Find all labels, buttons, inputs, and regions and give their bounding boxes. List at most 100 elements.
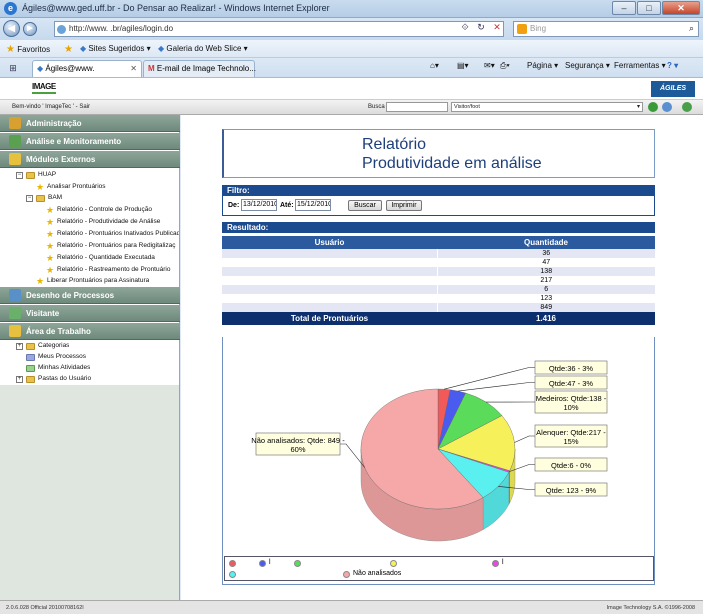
url-field[interactable]: http://www. .br/agiles/login.do bbox=[54, 21, 504, 37]
search-input[interactable]: Bing ⌕ bbox=[513, 21, 699, 37]
add-favorite-icon[interactable]: ★ bbox=[64, 44, 73, 55]
folder-icon bbox=[26, 172, 35, 179]
copyright-text: Image Technology S.A. ©1996-2008 bbox=[606, 605, 695, 611]
search-icon[interactable]: ⌕ bbox=[689, 23, 694, 34]
tab-agiles[interactable]: ◆ Ágiles@www. ✕ bbox=[32, 60, 142, 77]
sidebar-section-analise[interactable]: Análise e Monitoramento bbox=[0, 133, 180, 150]
maximize-button[interactable]: □ bbox=[637, 1, 661, 15]
tree-item-liberar[interactable]: Liberar Prontuários para Assinatura bbox=[47, 277, 149, 284]
window-title: Ágiles@www.ged.uff.br - Do Pensar ao Rea… bbox=[22, 3, 330, 13]
feeds-icon[interactable]: ▤▾ bbox=[457, 61, 469, 70]
slice-label: Alenquer: Qtde:217 - bbox=[536, 428, 606, 437]
tree-item-pastas[interactable]: Pastas do Usuário bbox=[38, 375, 91, 382]
expand-categorias-icon[interactable]: + bbox=[16, 343, 23, 350]
back-button[interactable]: ◀ bbox=[3, 20, 20, 37]
slice-label: Medeiros: Qtde:138 - bbox=[536, 394, 607, 403]
process-icon: ★ bbox=[36, 182, 45, 192]
sidebar-section-administracao[interactable]: Administração bbox=[0, 115, 180, 132]
chart-area: Qtde:36 - 3% Qtde:47 - 3% Medeiros: Qtde:1… bbox=[222, 337, 655, 585]
refresh-icon[interactable]: ↻ bbox=[474, 20, 488, 34]
tree-item-bam[interactable]: BAM bbox=[48, 194, 62, 201]
app-search-input[interactable] bbox=[386, 102, 448, 112]
table-row: 138 bbox=[222, 267, 655, 276]
print-button[interactable]: Imprimir bbox=[386, 200, 422, 211]
result-header: Resultado: bbox=[222, 222, 655, 233]
to-label: Até: bbox=[280, 202, 294, 209]
globe-icon bbox=[57, 25, 66, 34]
from-date-input[interactable]: 13/12/2010 bbox=[241, 199, 277, 211]
search-button[interactable]: Buscar bbox=[348, 200, 382, 211]
mail-icon[interactable]: ✉▾ bbox=[484, 61, 495, 70]
table-row: 36 bbox=[222, 249, 655, 258]
search-label: Busca bbox=[368, 104, 385, 110]
slice-label: 60% bbox=[290, 445, 305, 454]
forward-button[interactable]: ▶ bbox=[23, 22, 37, 36]
sidebar-section-visitante[interactable]: Visitante bbox=[0, 305, 180, 322]
admin-icon bbox=[9, 117, 21, 129]
print-icon[interactable]: ⎙▾ bbox=[500, 61, 510, 71]
expand-pastas-icon[interactable]: + bbox=[16, 376, 23, 383]
welcome-text[interactable]: Bem-vindo ' ImageTec ' - Sair bbox=[12, 104, 90, 110]
legend-swatch bbox=[294, 560, 301, 567]
tree-item-report-4[interactable]: Relatório - Prontuários para Redigitaliz… bbox=[57, 242, 179, 249]
slice-label: Qtde:6 - 0% bbox=[551, 461, 591, 470]
table-row: 6 bbox=[222, 285, 655, 294]
label-leader-line bbox=[514, 435, 535, 443]
security-menu[interactable]: Segurança ▾ bbox=[565, 61, 610, 70]
version-text: 2.0.6.028 Official 20100708162l bbox=[6, 605, 84, 611]
legend-swatch bbox=[390, 560, 397, 567]
folder-icon bbox=[36, 195, 45, 202]
slice-label: 15% bbox=[563, 437, 578, 446]
process-icon: ★ bbox=[36, 276, 45, 286]
page-menu[interactable]: Página ▾ bbox=[527, 61, 558, 70]
favorites-bar: ★ Favoritos ★ ◆ Sites Sugeridos ▾ ◆ Gale… bbox=[0, 40, 703, 58]
table-row: 47 bbox=[222, 258, 655, 267]
bing-icon bbox=[517, 24, 527, 34]
close-window-button[interactable]: ✕ bbox=[662, 1, 700, 15]
tree-item-report-1[interactable]: Relatório - Controle de Produção bbox=[57, 206, 179, 213]
collapse-huap-icon[interactable]: − bbox=[16, 172, 23, 179]
user-bar: Bem-vindo ' ImageTec ' - Sair Busca Visi… bbox=[0, 100, 703, 115]
table-row: 217 bbox=[222, 276, 655, 285]
tree-item-minhas-atividades[interactable]: Minhas Atividades bbox=[38, 364, 90, 371]
folder-icon bbox=[26, 343, 35, 350]
report-subtitle: Produtividade em análise bbox=[362, 155, 542, 172]
sidebar-section-desenho[interactable]: Desenho de Processos bbox=[0, 287, 180, 304]
main-content: Relatório Produtividade em análise Filtr… bbox=[181, 115, 703, 600]
help-menu[interactable]: ? ▾ bbox=[667, 61, 678, 70]
label-leader-line bbox=[458, 382, 535, 392]
column-header-usuario[interactable]: Usuário bbox=[222, 236, 437, 249]
tree-item-meus-processos[interactable]: Meus Processos bbox=[38, 353, 86, 360]
tree-item-analisar[interactable]: Analisar Prontuários bbox=[47, 183, 106, 190]
home-icon[interactable]: ⌂▾ bbox=[430, 61, 439, 70]
sidebar-section-modulos[interactable]: Módulos Externos bbox=[0, 151, 180, 168]
tree-item-report-5[interactable]: Relatório - Quantidade Executada bbox=[57, 254, 179, 261]
collapse-bam-icon[interactable]: − bbox=[26, 195, 33, 202]
compat-view-icon[interactable]: ⟐ bbox=[458, 20, 472, 34]
close-tab-icon[interactable]: ✕ bbox=[130, 64, 137, 73]
refresh-app-icon[interactable] bbox=[662, 102, 672, 112]
total-row: Total de Prontuários 1.416 bbox=[222, 312, 655, 325]
modules-icon bbox=[9, 153, 21, 165]
go-icon[interactable] bbox=[648, 102, 658, 112]
minimize-button[interactable]: – bbox=[612, 1, 636, 15]
stop-icon[interactable]: ✕ bbox=[490, 20, 504, 34]
help-app-icon[interactable] bbox=[682, 102, 692, 112]
column-header-quantidade[interactable]: Quantidade bbox=[437, 236, 655, 249]
tab-email[interactable]: M E-mail de Image Technolo... bbox=[143, 60, 256, 77]
quick-tabs-icon[interactable]: ⊞ bbox=[6, 61, 20, 75]
web-slice-gallery-link[interactable]: ◆ Galeria do Web Slice ▾ bbox=[158, 44, 248, 53]
tree-item-categorias[interactable]: Categorias bbox=[38, 342, 69, 349]
favorites-button[interactable]: ★ Favoritos bbox=[6, 44, 50, 55]
to-date-input[interactable]: 15/12/2010 bbox=[295, 199, 331, 211]
tree-item-huap[interactable]: HUAP bbox=[38, 171, 56, 178]
legend-swatch bbox=[259, 560, 266, 567]
tree-item-report-3[interactable]: Relatório - Prontuários Inativados Publi… bbox=[57, 230, 179, 237]
suggested-sites-link[interactable]: ◆ Sites Sugeridos ▾ bbox=[80, 44, 151, 53]
sidebar-section-area[interactable]: Área de Trabalho bbox=[0, 323, 180, 340]
slice-label: Não analisados: Qtde: 849 - bbox=[251, 436, 345, 445]
tree-item-report-2[interactable]: Relatório - Produtividade de Análise bbox=[57, 218, 179, 225]
tree-item-report-6[interactable]: Relatório - Rastreamento de Prontuário bbox=[57, 266, 179, 273]
profile-select[interactable]: Visitor/foot ▾ bbox=[451, 102, 643, 112]
tools-menu[interactable]: Ferramentas ▾ bbox=[614, 61, 666, 70]
